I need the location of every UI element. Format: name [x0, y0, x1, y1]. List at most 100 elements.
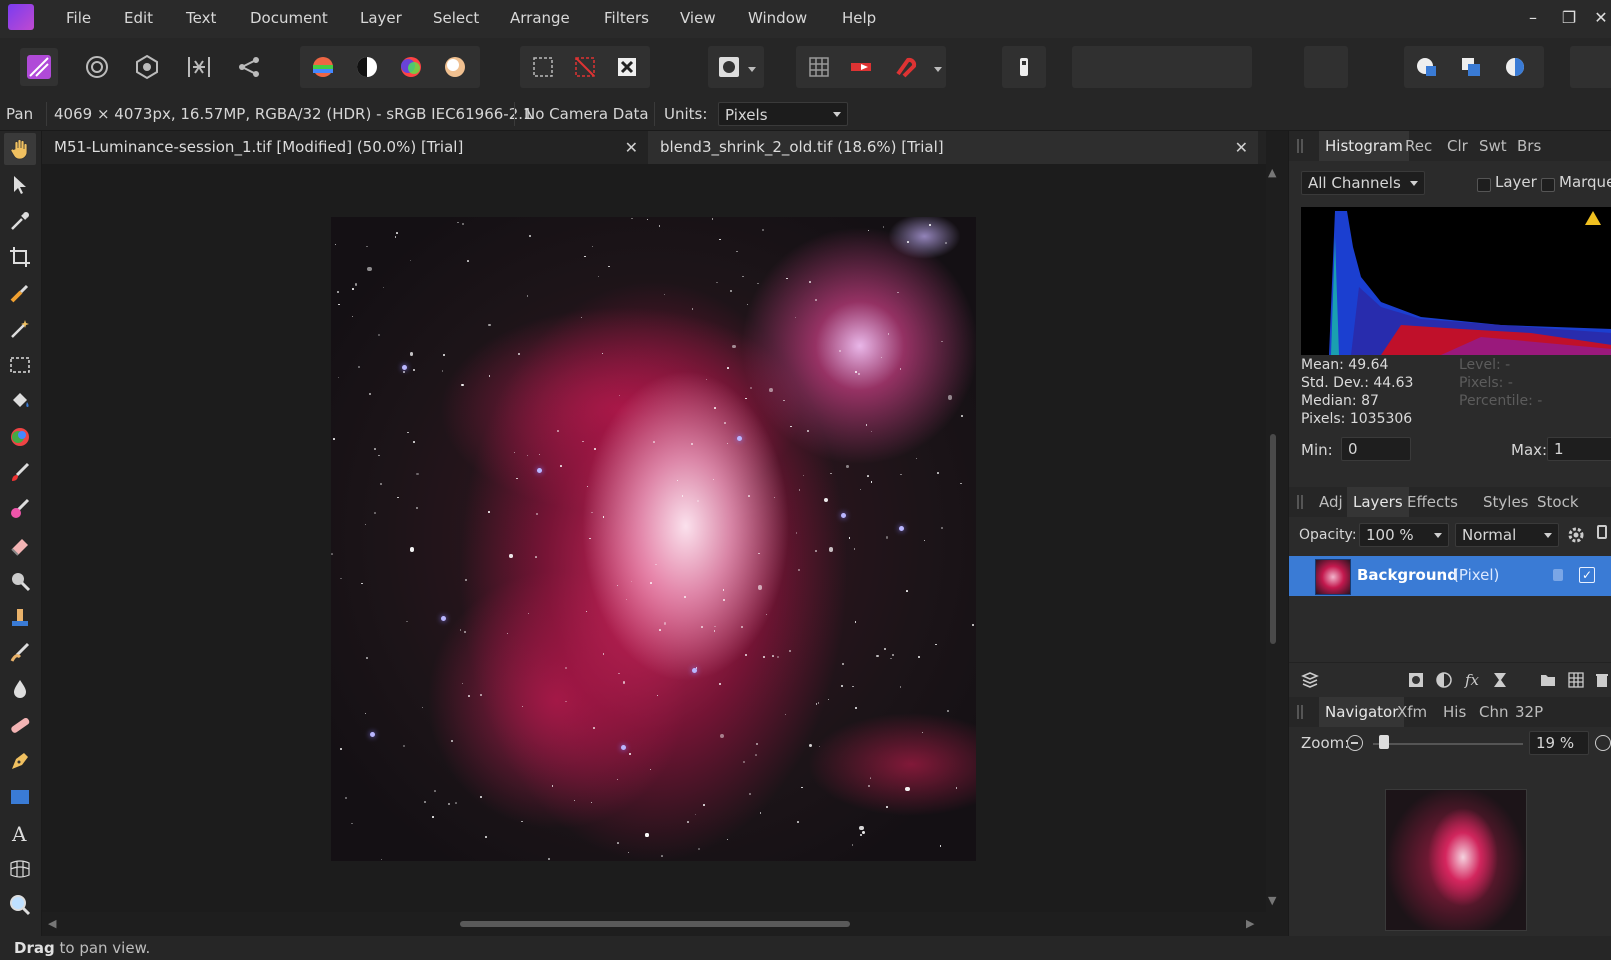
selection-brush-tool[interactable]: [4, 277, 36, 309]
tab-adjustments[interactable]: Adj: [1319, 487, 1343, 517]
mask-layer-icon[interactable]: [1405, 669, 1427, 691]
tab-transform[interactable]: Xfm: [1397, 697, 1427, 727]
tab-stock[interactable]: Stock: [1537, 487, 1579, 517]
zoom-in-icon[interactable]: [1595, 735, 1611, 751]
auto-levels-icon[interactable]: [304, 48, 342, 86]
trash-icon[interactable]: [1591, 669, 1611, 691]
menu-select[interactable]: Select: [433, 0, 479, 38]
layer-checkbox[interactable]: [1477, 178, 1491, 192]
liquify-persona-icon[interactable]: [78, 48, 116, 86]
tab-styles[interactable]: Styles: [1483, 487, 1529, 517]
vertical-scrollbar[interactable]: ▲ ▼: [1266, 164, 1280, 912]
gradient-tool[interactable]: [4, 421, 36, 453]
layers-stack-icon[interactable]: [1299, 669, 1321, 691]
artistic-text-tool[interactable]: A: [4, 817, 36, 849]
tab-layers[interactable]: Layers: [1347, 487, 1409, 517]
scroll-left-icon[interactable]: ◀: [48, 917, 56, 930]
move-tool[interactable]: [4, 169, 36, 201]
blur-brush-tool[interactable]: [4, 673, 36, 705]
document-image[interactable]: [331, 217, 976, 861]
menu-text[interactable]: Text: [186, 0, 216, 38]
live-filter-icon[interactable]: [1489, 669, 1511, 691]
menu-view[interactable]: View: [680, 0, 716, 38]
channel-select[interactable]: All Channels: [1301, 171, 1425, 195]
horizontal-scroll-thumb[interactable]: [460, 921, 850, 927]
flood-fill-tool[interactable]: [4, 385, 36, 417]
tab-navigator[interactable]: Navigator: [1319, 697, 1405, 727]
tab-histogram[interactable]: Histogram: [1319, 131, 1409, 161]
layer-arrange-icon[interactable]: [1005, 48, 1043, 86]
paint-brush-tool[interactable]: [4, 457, 36, 489]
tab-swatches[interactable]: Swt: [1479, 131, 1507, 161]
menu-edit[interactable]: Edit: [124, 0, 153, 38]
invert-selection-icon[interactable]: [608, 48, 646, 86]
gear-icon[interactable]: [1565, 524, 1587, 546]
color-replacement-tool[interactable]: [4, 493, 36, 525]
menu-arrange[interactable]: Arrange: [510, 0, 570, 38]
vertical-scroll-thumb[interactable]: [1270, 434, 1276, 644]
export-persona-icon[interactable]: [230, 48, 268, 86]
tab-recorder[interactable]: Rec: [1405, 131, 1432, 161]
add-shape-icon[interactable]: [1408, 48, 1446, 86]
zoom-out-icon[interactable]: [1347, 735, 1363, 751]
chevron-down-icon[interactable]: [748, 67, 756, 72]
layer-row-background[interactable]: Background (Pixel) ✓: [1289, 556, 1611, 596]
marquee-checkbox[interactable]: [1541, 178, 1555, 192]
color-picker-tool[interactable]: [4, 205, 36, 237]
tab-channels[interactable]: Chn: [1479, 697, 1509, 727]
chevron-down-icon[interactable]: [934, 67, 942, 72]
blend-mode-select[interactable]: Normal: [1455, 523, 1559, 547]
auto-white-balance-icon[interactable]: [436, 48, 474, 86]
tab-effects[interactable]: Effects: [1407, 487, 1458, 517]
assistant-icon[interactable]: [842, 48, 880, 86]
fx-icon[interactable]: fx: [1461, 669, 1483, 691]
menu-layer[interactable]: Layer: [360, 0, 402, 38]
adjustment-layer-icon[interactable]: [1433, 669, 1455, 691]
restore-icon[interactable]: ❐: [1558, 8, 1580, 30]
tab-brushes[interactable]: Brs: [1517, 131, 1541, 161]
crop-tool[interactable]: [4, 241, 36, 273]
rectangular-marquee-tool[interactable]: [4, 349, 36, 381]
max-input[interactable]: 1: [1547, 437, 1611, 461]
tab-history[interactable]: His: [1443, 697, 1466, 727]
opacity-select[interactable]: 100 %: [1359, 523, 1449, 547]
quick-mask-icon[interactable]: [710, 48, 748, 86]
panel-grip-icon[interactable]: [1297, 495, 1303, 509]
pan-tool[interactable]: [4, 133, 36, 165]
mesh-warp-tool[interactable]: [4, 853, 36, 885]
scroll-down-icon[interactable]: ▼: [1268, 894, 1276, 907]
intersect-shape-icon[interactable]: [1496, 48, 1534, 86]
zoom-tool[interactable]: [4, 889, 36, 921]
pixel-layer-icon[interactable]: [1565, 669, 1587, 691]
tab-colour[interactable]: Clr: [1447, 131, 1468, 161]
panel-grip-icon[interactable]: [1297, 705, 1303, 719]
menu-help[interactable]: Help: [842, 0, 876, 38]
close-window-icon[interactable]: ✕: [1590, 8, 1611, 30]
close-icon[interactable]: ✕: [1235, 131, 1248, 164]
menu-file[interactable]: File: [66, 0, 91, 38]
healing-brush-tool[interactable]: [4, 709, 36, 741]
smudge-brush-tool[interactable]: [4, 637, 36, 669]
subtract-shape-icon[interactable]: [1452, 48, 1490, 86]
menu-document[interactable]: Document: [250, 0, 328, 38]
dodge-brush-tool[interactable]: [4, 565, 36, 597]
panel-grip-icon[interactable]: [1297, 139, 1303, 153]
tab-32bit-preview[interactable]: 32P: [1515, 697, 1543, 727]
scroll-up-icon[interactable]: ▲: [1268, 166, 1276, 179]
auto-contrast-icon[interactable]: [348, 48, 386, 86]
min-input[interactable]: 0: [1341, 437, 1411, 461]
clone-brush-tool[interactable]: [4, 601, 36, 633]
horizontal-scrollbar[interactable]: ◀ ▶: [42, 912, 1266, 936]
units-select[interactable]: Pixels: [718, 102, 848, 126]
pen-tool[interactable]: [4, 745, 36, 777]
erase-brush-tool[interactable]: [4, 529, 36, 561]
tone-mapping-persona-icon[interactable]: [180, 48, 218, 86]
flood-select-tool[interactable]: [4, 313, 36, 345]
deselect-icon[interactable]: [566, 48, 604, 86]
document-tab-1[interactable]: M51-Luminance-session_1.tif [Modified] (…: [42, 131, 648, 164]
zoom-slider-track[interactable]: [1373, 743, 1523, 745]
persona-photo-icon[interactable]: [20, 48, 58, 86]
minimize-icon[interactable]: –: [1522, 8, 1544, 30]
grid-icon[interactable]: [800, 48, 838, 86]
navigator-preview[interactable]: [1385, 789, 1527, 931]
